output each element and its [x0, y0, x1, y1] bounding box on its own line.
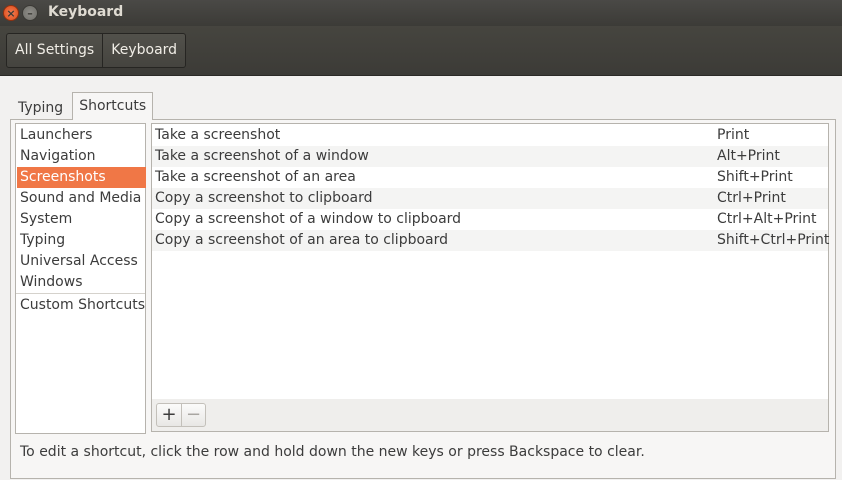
shortcut-row[interactable]: Copy a screenshot of an area to clipboar…	[152, 230, 830, 251]
category-separator	[16, 293, 145, 294]
remove-shortcut-button[interactable]: −	[181, 404, 205, 426]
shortcut-key: Ctrl+Alt+Print	[717, 211, 817, 227]
shortcut-key: Print	[717, 127, 750, 143]
shortcut-key: Ctrl+Print	[717, 190, 786, 206]
add-shortcut-button[interactable]: +	[157, 404, 181, 426]
category-item-custom-shortcuts[interactable]: Custom Shortcuts	[17, 295, 146, 316]
category-item-screenshots[interactable]: Screenshots	[17, 167, 146, 188]
shortcut-name: Copy a screenshot of an area to clipboar…	[155, 232, 449, 248]
shortcut-key: Shift+Ctrl+Print	[717, 232, 830, 248]
breadcrumb: All Settings Keyboard	[6, 33, 187, 68]
tab-typing[interactable]: Typing	[11, 94, 70, 120]
shortcut-row[interactable]: Take a screenshot of a window Alt+Print	[152, 146, 828, 167]
category-item-navigation[interactable]: Navigation	[17, 146, 146, 167]
window-title: Keyboard	[48, 4, 124, 20]
shortcut-row[interactable]: Take a screenshot of an area Shift+Print	[152, 167, 828, 188]
shortcut-name: Take a screenshot of an area	[155, 169, 356, 185]
minimize-window-button[interactable]: –	[22, 5, 38, 21]
category-item-windows[interactable]: Windows	[17, 272, 146, 293]
category-item-universal-access[interactable]: Universal Access	[17, 251, 146, 272]
shortcut-name: Take a screenshot of a window	[155, 148, 369, 164]
category-item-system[interactable]: System	[17, 209, 146, 230]
window-titlebar: × – Keyboard	[0, 0, 842, 26]
breadcrumb-keyboard[interactable]: Keyboard	[102, 34, 185, 67]
header-toolbar: All Settings Keyboard	[0, 26, 842, 76]
close-window-button[interactable]: ×	[3, 5, 19, 21]
tab-shortcuts[interactable]: Shortcuts	[72, 92, 154, 120]
category-item-typing[interactable]: Typing	[17, 230, 146, 251]
category-item-sound-and-media[interactable]: Sound and Media	[17, 188, 146, 209]
category-item-launchers[interactable]: Launchers	[17, 125, 146, 146]
shortcut-list: Take a screenshot Print Take a screensho…	[151, 123, 829, 400]
breadcrumb-all-settings[interactable]: All Settings	[7, 34, 102, 67]
shortcut-row[interactable]: Copy a screenshot of a window to clipboa…	[152, 209, 828, 230]
tab-bar: Typing Shortcuts	[11, 92, 155, 120]
shortcut-row[interactable]: Take a screenshot Print	[152, 125, 828, 146]
shortcut-list-toolbar: + −	[151, 399, 829, 432]
shortcut-name: Take a screenshot	[155, 127, 281, 143]
category-list: Launchers Navigation Screenshots Sound a…	[15, 123, 146, 434]
shortcut-row[interactable]: Copy a screenshot to clipboard Ctrl+Prin…	[152, 188, 828, 209]
add-remove-button-group: + −	[156, 403, 206, 427]
shortcut-key: Shift+Print	[717, 169, 793, 185]
shortcut-key: Alt+Print	[717, 148, 780, 164]
shortcut-name: Copy a screenshot to clipboard	[155, 190, 373, 206]
shortcut-name: Copy a screenshot of a window to clipboa…	[155, 211, 462, 227]
help-text: To edit a shortcut, click the row and ho…	[20, 444, 645, 460]
